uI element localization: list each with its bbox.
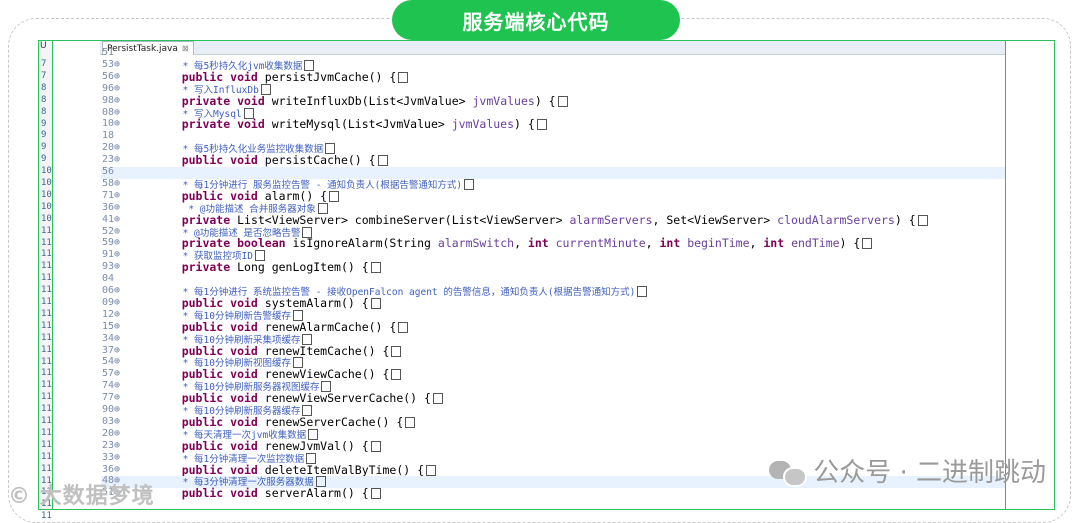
logo-watermark: © 大数据梦境 [8, 484, 155, 509]
wechat-icon [769, 457, 808, 487]
page-title: 服务端核心代码 [392, 0, 680, 40]
watermark-text: 公众号 · 二进制跳动 [813, 458, 1046, 488]
highlight-box-inner [52, 40, 1006, 510]
side-line-number: 11 [41, 511, 52, 522]
watermark: 公众号 · 二进制跳动 [769, 452, 1046, 489]
